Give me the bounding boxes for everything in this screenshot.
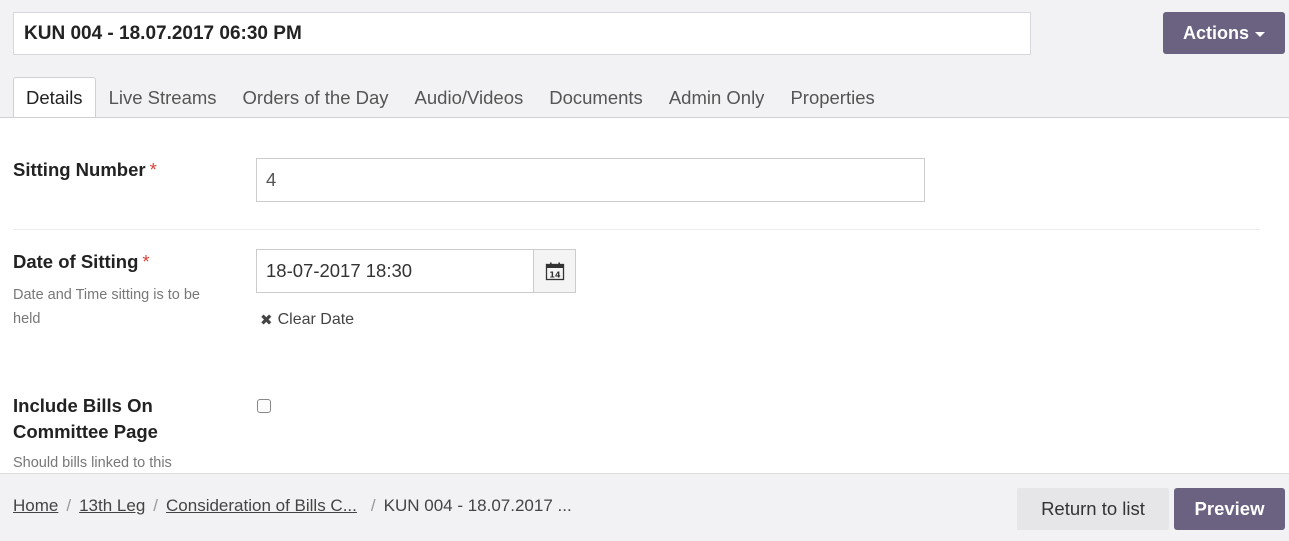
breadcrumb-current: KUN 004 - 18.07.2017 ...	[383, 496, 572, 515]
date-of-sitting-help: Date and Time sitting is to be held	[13, 287, 200, 327]
include-bills-help: Should bills linked to this	[13, 455, 172, 471]
tab-properties[interactable]: Properties	[777, 77, 887, 118]
tab-documents[interactable]: Documents	[536, 77, 656, 118]
date-of-sitting-input[interactable]: 18-07-2017 18:30	[256, 249, 534, 293]
footer-bar: Home / 13th Leg / Consideration of Bills…	[0, 473, 1289, 541]
return-to-list-button[interactable]: Return to list	[1017, 488, 1169, 530]
include-bills-label: Include Bills On Committee Page	[13, 395, 158, 442]
tab-details[interactable]: Details	[13, 77, 96, 118]
calendar-day: 14	[549, 270, 561, 279]
tab-bar: Details Live Streams Orders of the Day A…	[13, 77, 888, 118]
tab-admin-only[interactable]: Admin Only	[656, 77, 778, 118]
required-mark: *	[142, 251, 150, 272]
title-input[interactable]: KUN 004 - 18.07.2017 06:30 PM	[13, 12, 1031, 55]
caret-down-icon	[1255, 31, 1265, 37]
breadcrumb-consideration-of-bills[interactable]: Consideration of Bills C...	[166, 496, 357, 516]
include-bills-checkbox[interactable]	[257, 399, 271, 413]
breadcrumb-separator: /	[370, 496, 376, 515]
field-divider	[13, 229, 1260, 230]
tab-orders-of-the-day[interactable]: Orders of the Day	[230, 77, 402, 118]
breadcrumb-separator: /	[66, 496, 72, 515]
breadcrumb-13th-leg[interactable]: 13th Leg	[79, 496, 145, 516]
date-of-sitting-label: Date of Sitting *	[13, 251, 150, 272]
tab-audio-videos[interactable]: Audio/Videos	[402, 77, 537, 118]
close-icon: ✖	[260, 312, 273, 329]
top-bar: KUN 004 - 18.07.2017 06:30 PM Actions De…	[0, 0, 1289, 118]
preview-button[interactable]: Preview	[1174, 488, 1285, 530]
details-panel: Sitting Number * 4 Date of Sitting * Date …	[0, 118, 1289, 473]
breadcrumb: Home / 13th Leg / Consideration of Bills…	[13, 496, 572, 516]
calendar-button[interactable]: 14	[533, 249, 576, 293]
actions-button[interactable]: Actions	[1163, 12, 1285, 54]
breadcrumb-home[interactable]: Home	[13, 496, 58, 516]
tab-live-streams[interactable]: Live Streams	[96, 77, 230, 118]
calendar-icon: 14	[545, 262, 564, 280]
actions-label: Actions	[1182, 22, 1249, 43]
required-mark: *	[149, 159, 157, 180]
sitting-number-input[interactable]: 4	[256, 158, 925, 202]
sitting-number-label: Sitting Number *	[13, 159, 157, 180]
breadcrumb-separator: /	[153, 496, 159, 515]
clear-date-link[interactable]: ✖ Clear Date	[260, 311, 354, 329]
